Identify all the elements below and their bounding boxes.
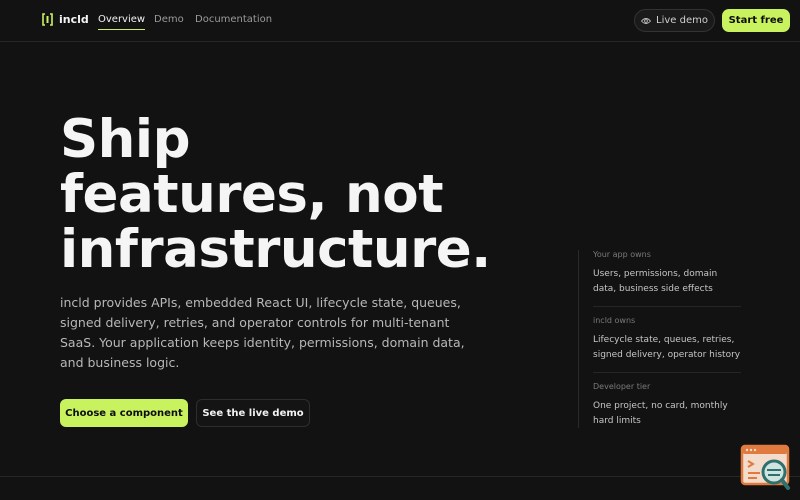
ownership-item: Your app owns Users, permissions, domain… [593, 250, 741, 297]
hero-title-line: features, not [60, 164, 444, 225]
inspector-widget-icon[interactable] [740, 444, 792, 492]
ownership-text: One project, no card, monthly hard limit… [593, 401, 728, 426]
eye-icon [641, 17, 652, 24]
brand[interactable]: incld [42, 13, 89, 26]
hero-description: incld provides APIs, embedded React UI, … [60, 295, 465, 370]
hero-title: Ship features, not infrastructure. [60, 112, 560, 277]
ownership-text: Lifecycle state, queues, retries, signed… [593, 335, 741, 360]
ownership-item: Developer tier One project, no card, mon… [593, 382, 741, 429]
choose-component-button[interactable]: Choose a component [60, 399, 188, 427]
divider [593, 372, 741, 373]
bracket-logo-icon [42, 13, 53, 26]
live-demo-button[interactable]: Live demo [634, 9, 715, 32]
start-free-button[interactable]: Start free [722, 9, 790, 32]
section-divider [0, 476, 800, 477]
ownership-label: Developer tier [593, 382, 651, 391]
ownership-text: Users, permissions, domain data, busines… [593, 269, 718, 294]
landing-page: incld Overview Demo Documentation Live d… [0, 0, 800, 500]
see-live-demo-button[interactable]: See the live demo [196, 399, 310, 427]
ownership-panel: Your app owns Users, permissions, domain… [578, 250, 741, 429]
nav-link-documentation[interactable]: Documentation [195, 14, 272, 25]
nav-link-demo[interactable]: Demo [154, 14, 184, 25]
top-nav: incld Overview Demo Documentation Live d… [0, 0, 800, 42]
ownership-label: Your app owns [593, 250, 651, 259]
ownership-item: incld owns Lifecycle state, queues, retr… [593, 316, 741, 363]
brand-name: incld [59, 13, 89, 26]
live-demo-label: Live demo [656, 15, 708, 26]
hero-title-line: Ship [60, 109, 191, 170]
divider [593, 306, 741, 307]
hero-title-line: infrastructure. [60, 219, 491, 280]
ownership-label: incld owns [593, 316, 636, 325]
nav-link-overview[interactable]: Overview [98, 14, 146, 30]
